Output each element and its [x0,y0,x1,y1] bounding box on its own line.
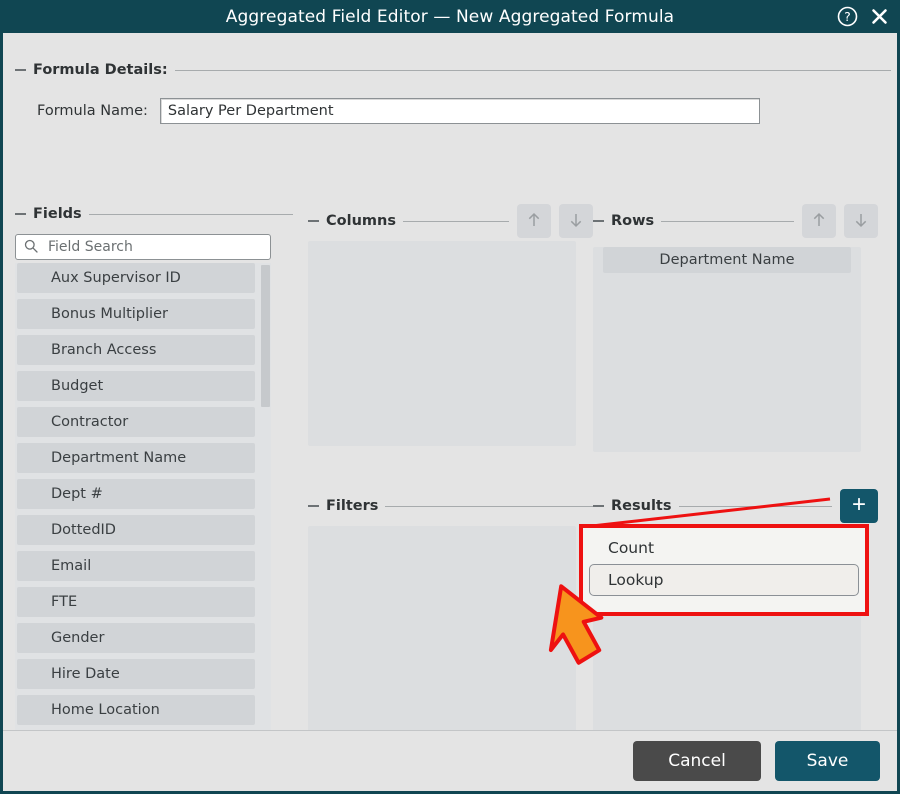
filters-header: Filters [308,498,593,514]
dialog-body: Formula Details: Formula Name: Fields [3,33,897,730]
field-list-item[interactable]: FTE [17,587,255,617]
fields-scrollbar[interactable] [261,263,270,730]
formula-name-input[interactable] [159,98,760,124]
window-title: Aggregated Field Editor — New Aggregated… [225,6,675,27]
divider [385,505,593,507]
filters-dropzone[interactable] [308,526,576,730]
field-list-item[interactable]: Bonus Multiplier [17,299,255,329]
formula-name-row: Formula Name: [15,98,891,124]
rows-dropzone[interactable]: Department Name [593,247,861,452]
rows-header: Rows [593,213,794,229]
field-search-wrapper[interactable] [15,234,271,260]
collapse-dash-icon [15,69,26,71]
results-add-button[interactable]: + [840,489,878,523]
cancel-button[interactable]: Cancel [633,741,761,781]
dialog-footer: Cancel Save [3,730,897,791]
field-search-input[interactable] [46,238,262,256]
rows-group: Rows Department Name [593,203,878,452]
field-list-item[interactable]: Aux Supervisor ID [17,263,255,293]
columns-group: Columns [308,203,593,446]
columns-move-up-button[interactable] [517,204,551,238]
dropdown-items-container: Count Lookup [589,532,859,596]
formula-details-group: Formula Details: Formula Name: [15,61,891,124]
field-list-item[interactable]: Gender [17,623,255,653]
arrow-down-icon [852,211,870,232]
aggregated-field-editor-dialog: Aggregated Field Editor — New Aggregated… [0,0,900,794]
results-header-row: Results + [593,488,878,524]
columns-header: Columns [308,213,509,229]
filters-title: Filters [326,498,379,514]
rows-header-row: Rows [593,203,878,239]
filters-group: Filters [308,488,593,730]
field-list-item[interactable]: Budget [17,371,255,401]
fields-items-container: Aux Supervisor ID Bonus Multiplier Branch … [15,263,271,725]
fields-scrollbar-thumb[interactable] [261,265,270,407]
results-title: Results [611,498,672,514]
rows-chip[interactable]: Department Name [603,247,851,273]
collapse-dash-icon [308,505,319,507]
collapse-dash-icon [15,213,26,215]
field-list-item[interactable]: Branch Access [17,335,255,365]
collapse-dash-icon [593,220,604,222]
formula-details-title: Formula Details: [33,62,168,78]
close-icon[interactable] [868,6,890,28]
field-list-item[interactable]: Email [17,551,255,581]
plus-icon: + [851,490,866,518]
rows-move-up-button[interactable] [802,204,836,238]
divider [661,220,794,222]
columns-header-row: Columns [308,203,593,239]
svg-text:?: ? [844,9,851,24]
columns-dropzone[interactable] [308,241,576,446]
columns-move-down-button[interactable] [559,204,593,238]
fields-list[interactable]: Aux Supervisor ID Bonus Multiplier Branch … [15,263,271,730]
divider [678,505,832,507]
fields-group: Fields Aux Supervisor ID Bonus Multiplier… [15,205,293,730]
field-list-item[interactable]: Contractor [17,407,255,437]
fields-header: Fields [15,205,293,223]
divider [402,220,509,222]
fields-title: Fields [33,206,82,222]
arrow-down-icon [567,211,585,232]
formula-details-header: Formula Details: [15,61,891,79]
field-list-item[interactable]: Dept # [17,479,255,509]
rows-title: Rows [611,213,655,229]
results-header: Results [593,498,832,514]
filters-header-row: Filters [308,488,593,524]
collapse-dash-icon [308,220,319,222]
help-circle-icon[interactable]: ? [836,6,858,28]
collapse-dash-icon [593,505,604,507]
field-list-item[interactable]: Home Location [17,695,255,725]
results-type-dropdown[interactable]: Count Lookup [579,524,869,616]
dropdown-option-count[interactable]: Count [589,532,859,564]
field-list-item[interactable]: Hire Date [17,659,255,689]
search-icon [24,238,38,257]
rows-move-down-button[interactable] [844,204,878,238]
arrow-up-icon [810,211,828,232]
formula-name-label: Formula Name: [37,103,148,119]
save-button[interactable]: Save [775,741,880,781]
columns-title: Columns [326,213,396,229]
divider [88,213,293,215]
arrow-up-icon [525,211,543,232]
field-list-item[interactable]: DottedID [17,515,255,545]
dropdown-option-lookup[interactable]: Lookup [589,564,859,596]
field-list-item[interactable]: Department Name [17,443,255,473]
divider [174,69,891,71]
titlebar: Aggregated Field Editor — New Aggregated… [3,3,897,33]
titlebar-actions: ? [836,3,890,33]
